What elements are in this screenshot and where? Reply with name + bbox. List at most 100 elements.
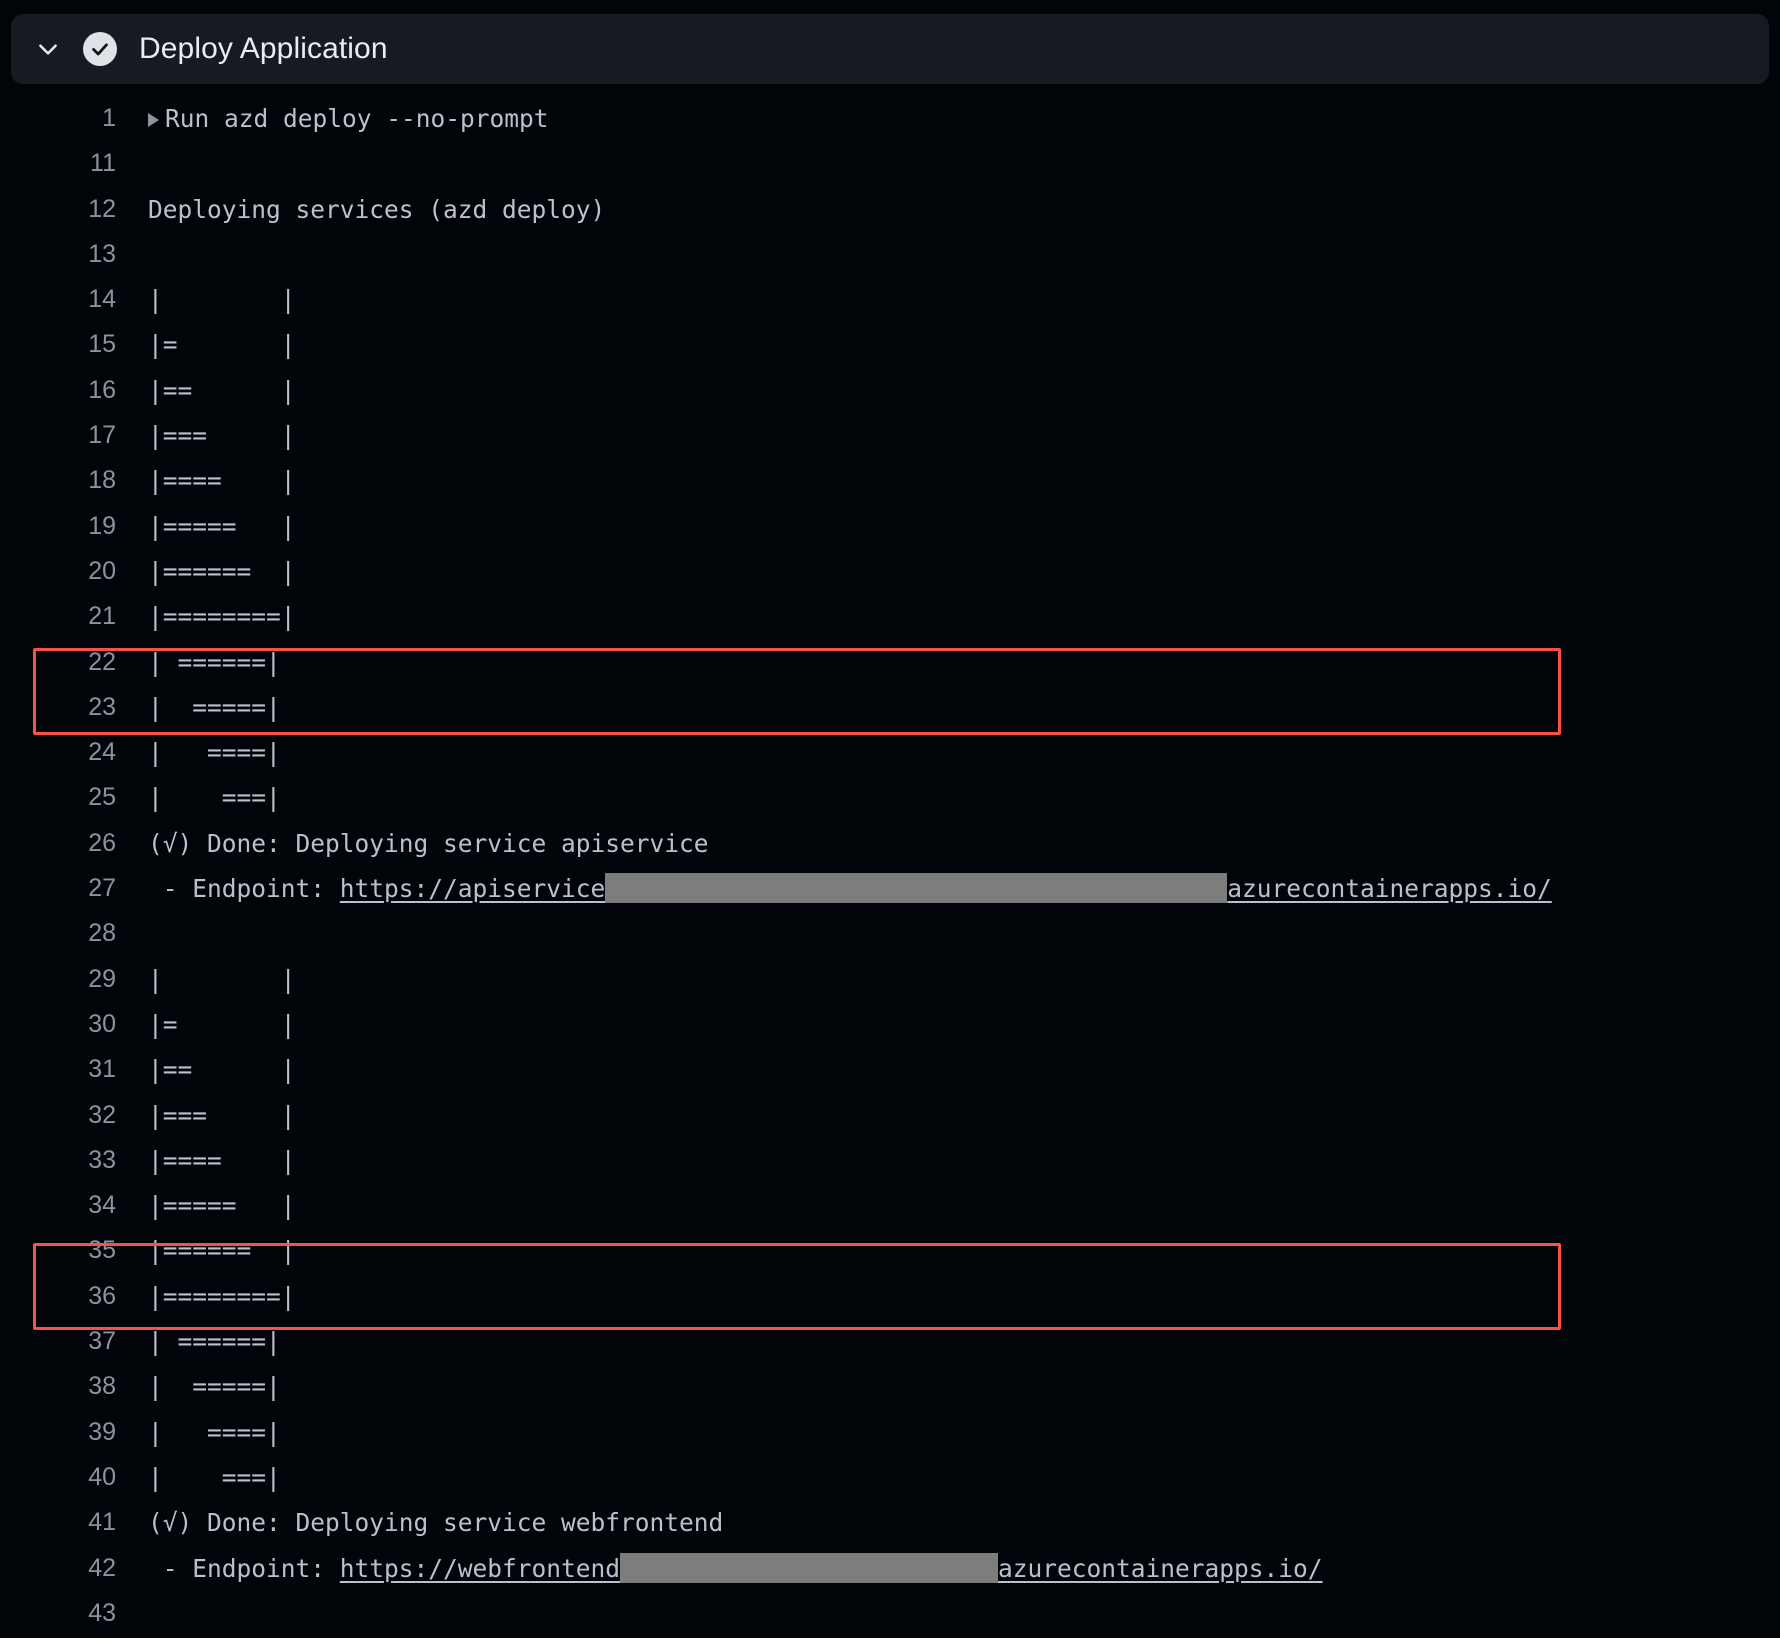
log-text: | ======| xyxy=(148,1327,281,1357)
expand-triangle-icon[interactable] xyxy=(148,112,159,127)
endpoint-url-tail: azurecontainerapps.io/ xyxy=(1227,874,1552,904)
done-text: (√) Done: Deploying service webfrontend xyxy=(148,1508,724,1538)
line-number: 27 xyxy=(88,874,116,903)
done-text: (√) Done: Deploying service apiservice xyxy=(148,828,709,858)
log-line: 13 xyxy=(0,232,1780,277)
line-number: 37 xyxy=(88,1327,116,1356)
line-number: 43 xyxy=(88,1598,116,1627)
line-number: 31 xyxy=(88,1055,116,1084)
log-text: |==== | xyxy=(148,466,296,496)
log-line-content: | ===| xyxy=(148,775,281,820)
log-text: | | xyxy=(148,285,296,315)
endpoint-link[interactable]: https://apiservice azurecontainerapps.io/ xyxy=(340,866,1552,911)
log-line: 33 |==== | xyxy=(0,1138,1780,1183)
log-text: |= | xyxy=(148,330,296,360)
line-number: 26 xyxy=(88,828,116,857)
log-line-content: |===== | xyxy=(148,1183,296,1228)
log-text: |=== | xyxy=(148,421,296,451)
log-line: 29 | | xyxy=(0,957,1780,1002)
log-line: 35 |====== | xyxy=(0,1228,1780,1273)
line-number: 36 xyxy=(88,1281,116,1310)
log-line: 24 | ====| xyxy=(0,730,1780,775)
page-title: Deploy Application xyxy=(139,32,388,65)
command-text: Run azd deploy --no-prompt xyxy=(165,104,549,133)
log-text: | ====| xyxy=(148,738,281,768)
log-line-content: | =====| xyxy=(148,1364,281,1409)
log-line: 28 xyxy=(0,911,1780,956)
log-line-content: |== | xyxy=(148,368,296,413)
job-header[interactable]: Deploy Application xyxy=(11,14,1769,84)
log-line-content: |= | xyxy=(148,322,296,367)
log-line: 18 |==== | xyxy=(0,458,1780,503)
log-line-content: |= | xyxy=(148,1002,296,1047)
log-text: | =====| xyxy=(148,1372,281,1402)
line-number: 18 xyxy=(88,466,116,495)
log-output[interactable]: 1 Run azd deploy --no-prompt 11 12 Deploying… xyxy=(0,96,1780,1638)
log-line: 34 |===== | xyxy=(0,1183,1780,1228)
log-line: 20 |====== | xyxy=(0,549,1780,594)
log-line: 21 |========| xyxy=(0,594,1780,639)
log-text: | ===| xyxy=(148,783,281,813)
log-line: 43 xyxy=(0,1591,1780,1636)
line-number: 20 xyxy=(88,556,116,585)
line-number: 1 xyxy=(102,104,116,132)
log-text: |====== | xyxy=(148,1236,296,1266)
log-line: 23 | =====| xyxy=(0,685,1780,730)
log-line: 26 (√) Done: Deploying service apiservice xyxy=(0,821,1780,866)
line-number: 32 xyxy=(88,1100,116,1129)
log-line-content: Run azd deploy --no-prompt xyxy=(148,96,549,141)
log-text: |========| xyxy=(148,1281,296,1311)
log-line: 39 | ====| xyxy=(0,1410,1780,1455)
log-line-content: - Endpoint: https://webfrontend azurecont… xyxy=(148,1546,1323,1591)
line-number: 39 xyxy=(88,1417,116,1446)
line-number: 25 xyxy=(88,783,116,812)
log-line-content: | =====| xyxy=(148,685,281,730)
log-line: 37 | ======| xyxy=(0,1319,1780,1364)
endpoint-url-tail: azurecontainerapps.io/ xyxy=(998,1553,1323,1583)
log-line: 31 |== | xyxy=(0,1047,1780,1092)
line-number: 42 xyxy=(88,1553,116,1582)
log-line: 32 |=== | xyxy=(0,1093,1780,1138)
log-line: 12 Deploying services (azd deploy) xyxy=(0,187,1780,232)
log-text: | ===| xyxy=(148,1462,281,1492)
line-number: 33 xyxy=(88,1145,116,1174)
line-number: 29 xyxy=(88,964,116,993)
log-text: | ======| xyxy=(148,647,281,677)
log-line-content: |====== | xyxy=(148,549,296,594)
endpoint-url-head: https://webfrontend xyxy=(339,1553,621,1583)
line-number: 35 xyxy=(88,1236,116,1265)
log-line: 15 |= | xyxy=(0,322,1780,367)
log-line-content: |====== | xyxy=(148,1228,296,1273)
endpoint-link[interactable]: https://webfrontend azurecontainerapps.io… xyxy=(340,1546,1323,1591)
log-text: |== | xyxy=(148,1055,296,1085)
log-line-content: |=== | xyxy=(148,1093,296,1138)
log-line: 16 |== | xyxy=(0,368,1780,413)
log-line: 17 |=== | xyxy=(0,413,1780,458)
endpoint-label: - Endpoint: xyxy=(148,1553,340,1583)
log-line-content: |==== | xyxy=(148,1138,296,1183)
log-text: |== | xyxy=(148,375,296,405)
log-text: |====== | xyxy=(148,556,296,586)
log-line: 42 - Endpoint: https://webfrontend azurec… xyxy=(0,1546,1780,1591)
line-number: 15 xyxy=(88,330,116,359)
log-line: 1 Run azd deploy --no-prompt xyxy=(0,96,1780,141)
log-line: 30 |= | xyxy=(0,1002,1780,1047)
log-text: | | xyxy=(148,964,296,994)
line-number: 16 xyxy=(88,375,116,404)
log-line: 36 |========| xyxy=(0,1274,1780,1319)
log-line-content: | ======| xyxy=(148,1319,281,1364)
redaction-bar xyxy=(605,873,1228,904)
log-line: 11 xyxy=(0,141,1780,186)
line-number: 24 xyxy=(88,738,116,767)
chevron-down-icon[interactable] xyxy=(35,36,61,62)
log-line-content: |==== | xyxy=(148,458,296,503)
line-number: 41 xyxy=(88,1508,116,1537)
line-number: 30 xyxy=(88,1009,116,1038)
redaction-bar xyxy=(620,1552,999,1583)
line-number: 23 xyxy=(88,692,116,721)
log-line: 27 - Endpoint: https://apiservice azureco… xyxy=(0,866,1780,911)
log-line-content: - Endpoint: https://apiservice azureconta… xyxy=(148,866,1552,911)
log-text: | =====| xyxy=(148,692,281,722)
line-number: 40 xyxy=(88,1462,116,1491)
log-line: 41 (√) Done: Deploying service webfronten… xyxy=(0,1500,1780,1545)
